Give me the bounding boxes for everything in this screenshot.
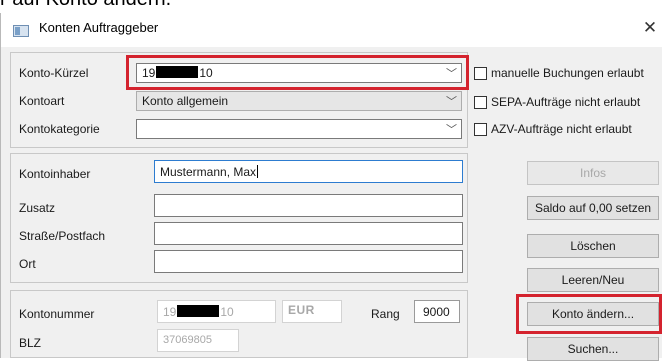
kontoart-value: Konto allgemein bbox=[142, 94, 229, 108]
window-icon bbox=[13, 25, 29, 37]
kontoart-combo[interactable]: Konto allgemein ﹀ bbox=[136, 91, 462, 111]
kontoinhaber-label: Kontoinhaber bbox=[19, 167, 91, 181]
kontoinhaber-value: Mustermann, Max bbox=[160, 165, 257, 179]
saldo-reset-button[interactable]: Saldo auf 0,00 setzen bbox=[527, 196, 659, 220]
suchen-button[interactable]: Suchen... bbox=[527, 337, 659, 361]
rang-input[interactable]: 9000 bbox=[414, 300, 460, 323]
kuerzel-prefix: 19 bbox=[142, 66, 156, 80]
strasse-label: Straße/Postfach bbox=[19, 229, 106, 243]
kontoart-label: Kontoart bbox=[19, 94, 65, 108]
rang-value: 9000 bbox=[423, 305, 450, 319]
window-title: Konten Auftraggeber bbox=[39, 20, 159, 35]
caption-fragment: r auf Konto ändern. bbox=[0, 0, 171, 11]
azv-checkbox[interactable] bbox=[474, 123, 487, 136]
leeren-neu-button[interactable]: Leeren/Neu bbox=[527, 268, 659, 292]
kontokategorie-combo[interactable]: ﹀ bbox=[136, 119, 462, 139]
blz-value: 37069805 bbox=[163, 334, 212, 346]
kontoinhaber-input[interactable]: Mustermann, Max bbox=[154, 160, 463, 183]
redaction-block bbox=[156, 66, 199, 78]
rang-label: Rang bbox=[371, 307, 400, 321]
zusatz-label: Zusatz bbox=[19, 201, 56, 215]
kuerzel-suffix: 10 bbox=[199, 66, 213, 80]
blz-label: BLZ bbox=[19, 336, 42, 350]
sepa-label: SEPA-Aufträge nicht erlaubt bbox=[491, 95, 641, 109]
zusatz-input[interactable] bbox=[154, 194, 463, 217]
kontonummer-input[interactable]: 19 10 bbox=[157, 300, 276, 323]
manuelle-buchungen-label: manuelle Buchungen erlaubt bbox=[491, 66, 644, 80]
redaction-block bbox=[177, 305, 220, 317]
chevron-down-icon[interactable]: ﹀ bbox=[446, 65, 457, 81]
kontokategorie-label: Kontokategorie bbox=[19, 122, 100, 136]
sepa-checkbox[interactable] bbox=[474, 96, 487, 109]
konto-aendern-button[interactable]: Konto ändern... bbox=[527, 302, 659, 326]
infos-button[interactable]: Infos bbox=[527, 161, 659, 185]
text-caret bbox=[257, 165, 259, 178]
close-icon[interactable]: ✕ bbox=[640, 17, 660, 39]
blz-input[interactable]: 37069805 bbox=[157, 329, 239, 352]
currency-value: EUR bbox=[288, 303, 315, 317]
currency-field: EUR bbox=[282, 300, 342, 323]
kontonummer-label: Kontonummer bbox=[19, 307, 95, 321]
loeschen-button[interactable]: Löschen bbox=[527, 234, 659, 258]
kontonummer-prefix: 19 bbox=[163, 305, 177, 319]
ort-input[interactable] bbox=[154, 250, 463, 273]
ort-label: Ort bbox=[19, 257, 36, 271]
kontonummer-suffix: 10 bbox=[220, 305, 234, 319]
kuerzel-label: Konto-Kürzel bbox=[19, 66, 89, 80]
chevron-down-icon[interactable]: ﹀ bbox=[446, 121, 457, 137]
manuelle-buchungen-checkbox[interactable] bbox=[474, 67, 487, 80]
azv-label: AZV-Aufträge nicht erlaubt bbox=[491, 122, 632, 136]
strasse-input[interactable] bbox=[154, 222, 463, 245]
chevron-down-icon[interactable]: ﹀ bbox=[446, 93, 457, 109]
kuerzel-combo[interactable]: 19 10 ﹀ bbox=[136, 63, 462, 83]
